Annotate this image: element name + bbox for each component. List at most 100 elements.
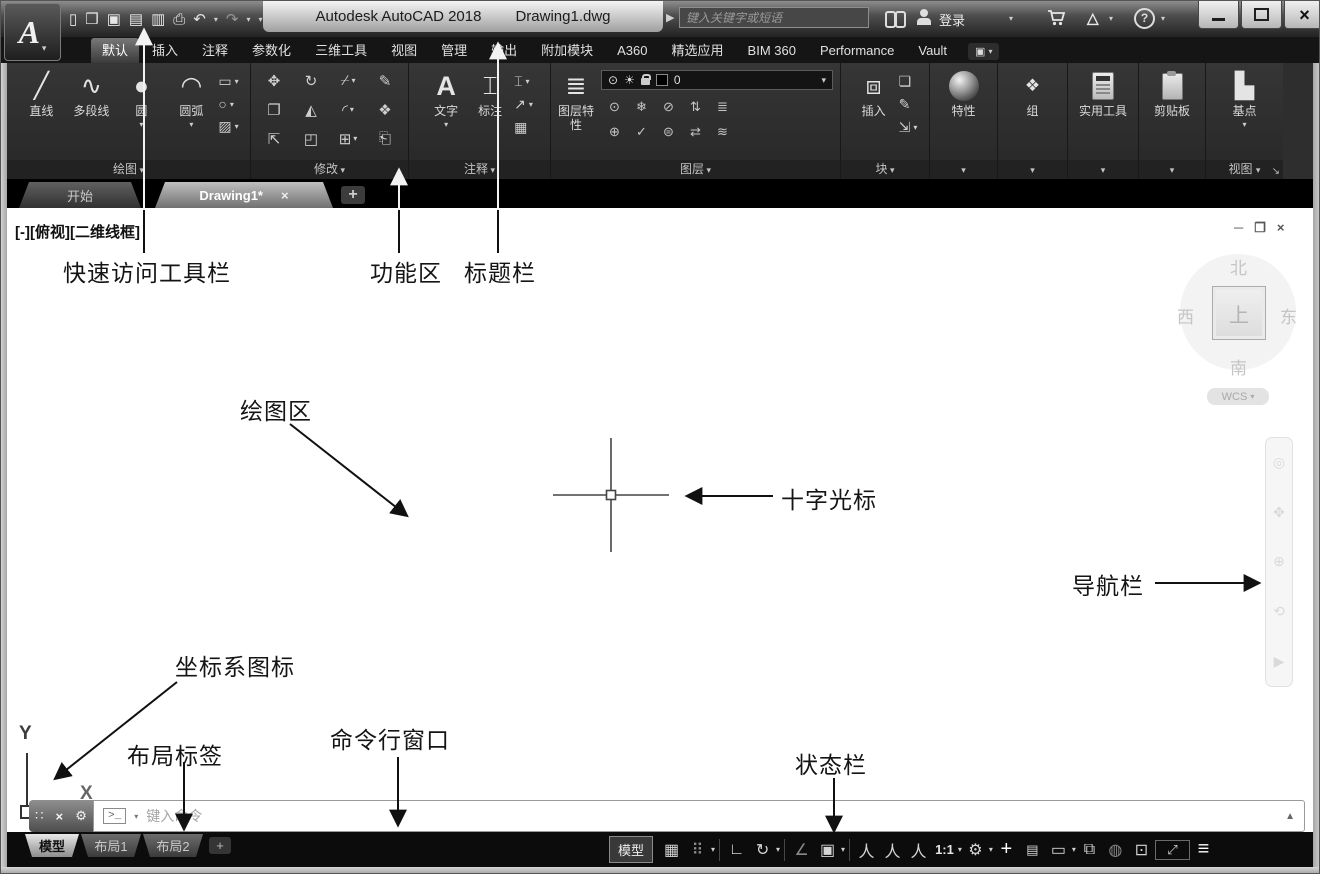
trim-icon[interactable]: ⌿▾ [340, 72, 355, 89]
nav-showmotion-icon[interactable]: ▶ [1274, 653, 1285, 670]
ribbon-tab-a360[interactable]: A360 [606, 38, 658, 63]
ribbon-tab-view[interactable]: 视图 [380, 38, 428, 63]
minimize-button[interactable] [1198, 1, 1239, 29]
hatch-icon[interactable]: ▨ [218, 118, 231, 135]
command-history-up-icon[interactable]: ▲ [1285, 811, 1295, 822]
layout-tab-layout1[interactable]: 布局1 [81, 834, 141, 857]
polar-tracking-icon[interactable]: ↻ [750, 840, 775, 860]
new-drawing-tab-button[interactable]: + [341, 186, 365, 204]
leader-icon[interactable]: ↗ [514, 96, 526, 113]
erase-icon[interactable]: ✎ [379, 72, 392, 90]
block-attr-icon[interactable]: ✎ [899, 96, 911, 113]
ribbon-tab-bim360[interactable]: BIM 360 [737, 38, 807, 63]
search-binoculars-icon[interactable] [885, 11, 904, 24]
vp-minimize-icon[interactable]: ─ [1234, 220, 1243, 236]
ribbon-display-button[interactable]: ▣ ▾ [968, 43, 999, 60]
grid-display-icon[interactable]: ▦ [659, 840, 684, 860]
panel-block-title[interactable]: 块 [841, 160, 929, 179]
command-input-placeholder[interactable]: 键入命令 [146, 806, 202, 826]
close-button[interactable]: × [1284, 1, 1320, 29]
command-window-handle[interactable]: ∷ × ⚙ [29, 800, 93, 832]
save-web-mobile-button[interactable]: ▥ [151, 10, 165, 28]
layer-previous-icon[interactable]: ≣ [717, 99, 728, 115]
command-line-window[interactable]: >_ ▾ 键入命令 ▲ [93, 800, 1305, 832]
line-button[interactable]: ╱ 直线 [18, 68, 64, 118]
plot-button[interactable]: ⎙ [173, 11, 185, 28]
polar-caret-icon[interactable]: ▾ [776, 845, 780, 854]
annotation-monitor-icon[interactable]: + [994, 838, 1019, 861]
save-button[interactable]: ▣ [107, 10, 121, 28]
ribbon-tab-3dtools[interactable]: 三维工具 [304, 38, 378, 63]
panel-layers-title[interactable]: 图层 [551, 160, 840, 179]
lock-ui-icon[interactable]: ▭ [1046, 840, 1071, 860]
snap-mode-icon[interactable]: ⠿ [685, 840, 710, 860]
annotation-autoscale-icon[interactable]: 人 [880, 838, 905, 862]
annotation-visibility-icon[interactable]: 人 [854, 838, 879, 862]
workspace-gear-icon[interactable]: ⚙ [963, 840, 988, 860]
layer-dropdown[interactable]: ⊙ ☀ 0 [601, 70, 833, 90]
graphics-performance-icon[interactable]: ◍ [1103, 840, 1128, 860]
viewcube-west[interactable]: 西 [1177, 303, 1194, 328]
insert-block-button[interactable]: ⧈ 插入 [853, 68, 895, 118]
undo-button[interactable]: ↶ [193, 10, 206, 28]
file-tab-start[interactable]: 开始 [19, 182, 141, 208]
fillet-icon[interactable]: ◜▾ [342, 101, 354, 119]
layout-tab-model[interactable]: 模型 [25, 834, 79, 857]
layer-merge-icon[interactable]: ≋ [717, 124, 728, 140]
layer-thawall-icon[interactable]: ✓ [636, 124, 647, 140]
file-tab-drawing1[interactable]: Drawing1* × [155, 182, 333, 208]
layer-unisolate-icon[interactable]: ⊕ [609, 124, 620, 140]
signin-caret-icon[interactable]: ▾ [1009, 14, 1013, 23]
layer-off-icon[interactable]: ⊘ [663, 99, 674, 115]
panel-properties-expander[interactable] [930, 160, 997, 179]
panel-clipboard-expander[interactable] [1139, 160, 1205, 179]
ribbon-tab-vault[interactable]: Vault [907, 38, 958, 63]
viewcube-wcs-menu[interactable]: WCS [1207, 388, 1269, 405]
panel-utilities-expander[interactable] [1068, 160, 1138, 179]
block-edit-icon[interactable]: ❏ [899, 73, 912, 90]
vp-close-icon[interactable]: × [1277, 220, 1285, 236]
maximize-button[interactable] [1241, 1, 1282, 29]
mirror-icon[interactable]: ◭ [305, 101, 317, 119]
scale-icon[interactable]: ◰ [304, 130, 318, 148]
nav-zoom-icon[interactable]: ⊕ [1273, 553, 1285, 570]
qat-customize-button[interactable]: ▾ [258, 15, 262, 24]
layer-change-icon[interactable]: ⇄ [690, 124, 701, 140]
ribbon-tab-annotate[interactable]: 注释 [191, 38, 239, 63]
new-file-button[interactable]: ▯ [69, 10, 77, 28]
basepoint-button[interactable]: ▙ 基点 ▾ [1222, 68, 1268, 132]
block-sync-icon[interactable]: ⇲ [899, 119, 911, 136]
viewcube-east[interactable]: 东 [1280, 303, 1297, 328]
command-recent-caret-icon[interactable]: ▾ [134, 812, 138, 821]
table-icon[interactable]: ▦ [514, 119, 527, 136]
nav-wheel-icon[interactable]: ◎ [1273, 454, 1285, 471]
adsk-caret-icon[interactable]: ▾ [1109, 14, 1113, 23]
ribbon-tab-output[interactable]: 输出 [480, 38, 528, 63]
customize-wrench-icon[interactable]: ⚙ [75, 808, 87, 824]
scale-caret-icon[interactable]: ▾ [958, 845, 962, 854]
ellipse-caret-icon[interactable]: ▾ [230, 100, 234, 109]
group-button[interactable]: ❖ 组 [1010, 68, 1056, 118]
infocenter-search-input[interactable] [679, 7, 869, 28]
ribbon-tab-home[interactable]: 默认 [91, 38, 139, 63]
help-icon[interactable]: ? [1134, 8, 1155, 29]
copy-icon[interactable]: ❐ [267, 101, 280, 119]
layer-onall-icon[interactable]: ⊜ [663, 124, 674, 140]
dim-style-icon[interactable]: ⌶ [514, 73, 522, 90]
rectangle-caret-icon[interactable]: ▾ [235, 77, 239, 86]
properties-button[interactable]: 特性 [941, 68, 987, 118]
open-file-button[interactable]: ❒ [85, 10, 98, 28]
layer-match-icon[interactable]: ⇅ [690, 99, 701, 115]
explode-icon[interactable]: ❖ [378, 101, 391, 119]
array-icon[interactable]: ⊞▾ [339, 130, 358, 148]
layer-properties-button[interactable]: ≣ 图层特性 [555, 68, 597, 132]
isometric-drafting-icon[interactable]: ∠ [789, 840, 814, 860]
rotate-icon[interactable]: ↻ [305, 72, 318, 90]
move-icon[interactable]: ✥ [268, 72, 281, 90]
ortho-mode-icon[interactable]: ∟ [724, 841, 749, 859]
new-layout-button[interactable]: + [209, 837, 231, 854]
clean-screen-icon[interactable]: ⤢ [1155, 840, 1190, 860]
offset-icon[interactable]: ⎗ [379, 130, 391, 147]
save-as-button[interactable]: ▤ [129, 10, 143, 28]
object-snap-icon[interactable]: ▣ [815, 840, 840, 860]
